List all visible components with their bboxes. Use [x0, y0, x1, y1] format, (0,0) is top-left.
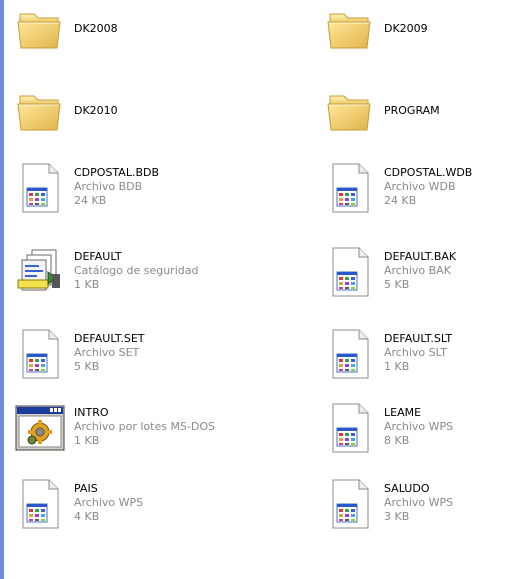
- file-icon: [14, 328, 66, 380]
- item-name: DK2008: [74, 22, 118, 35]
- list-item[interactable]: CDPOSTAL.BDB Archivo BDB 24 KB: [0, 160, 240, 220]
- file-icon: [324, 246, 376, 298]
- file-icon: [324, 162, 376, 214]
- list-item[interactable]: DK2009: [310, 2, 505, 62]
- list-item[interactable]: PAIS Archivo WPS 4 KB: [0, 476, 240, 536]
- list-item[interactable]: LEAME Archivo WPS 8 KB: [310, 400, 505, 460]
- item-type: Archivo WPS: [384, 420, 454, 433]
- item-name: DEFAULT.BAK: [384, 250, 457, 263]
- list-item[interactable]: DEFAULT.SET Archivo SET 5 KB: [0, 326, 240, 386]
- item-size: 5 KB: [74, 360, 100, 373]
- file-icon: [324, 402, 376, 454]
- item-size: 3 KB: [384, 510, 410, 523]
- item-size: 24 KB: [384, 194, 417, 207]
- list-item[interactable]: PROGRAM: [310, 84, 505, 144]
- item-type: Archivo por lotes MS-DOS: [74, 420, 215, 433]
- item-size: 8 KB: [384, 434, 410, 447]
- item-size: 1 KB: [74, 278, 100, 291]
- item-size: 1 KB: [74, 434, 100, 447]
- item-size: 5 KB: [384, 278, 410, 291]
- file-icon: [14, 478, 66, 530]
- item-name: DK2009: [384, 22, 428, 35]
- list-item[interactable]: DK2010: [0, 84, 240, 144]
- list-item[interactable]: DEFAULT.BAK Archivo BAK 5 KB: [310, 244, 505, 304]
- item-type: Archivo SLT: [384, 346, 447, 359]
- list-item[interactable]: DK2008: [0, 2, 240, 62]
- file-icon: [324, 478, 376, 530]
- file-icon: [14, 162, 66, 214]
- item-name: PROGRAM: [384, 104, 440, 117]
- list-item[interactable]: DEFAULT Catálogo de seguridad 1 KB: [0, 244, 240, 304]
- item-type: Archivo WPS: [384, 496, 454, 509]
- item-name: PAIS: [74, 482, 98, 495]
- item-name: CDPOSTAL.WDB: [384, 166, 473, 179]
- folder-icon: [14, 4, 66, 56]
- batch-file-icon: [14, 402, 66, 454]
- list-item[interactable]: SALUDO Archivo WPS 3 KB: [310, 476, 505, 536]
- list-item[interactable]: INTRO Archivo por lotes MS-DOS 1 KB: [0, 400, 240, 460]
- item-name: INTRO: [74, 406, 109, 419]
- item-name: DEFAULT.SET: [74, 332, 145, 345]
- item-size: 1 KB: [384, 360, 410, 373]
- security-catalog-icon: [14, 246, 66, 298]
- item-type: Archivo WPS: [74, 496, 144, 509]
- item-name: DEFAULT.SLT: [384, 332, 453, 345]
- item-type: Archivo BAK: [384, 264, 451, 277]
- list-item[interactable]: DEFAULT.SLT Archivo SLT 1 KB: [310, 326, 505, 386]
- list-item[interactable]: CDPOSTAL.WDB Archivo WDB 24 KB: [310, 160, 505, 220]
- file-icon: [324, 328, 376, 380]
- item-size: 24 KB: [74, 194, 107, 207]
- item-size: 4 KB: [74, 510, 100, 523]
- item-type: Archivo WDB: [384, 180, 456, 193]
- item-name: SALUDO: [384, 482, 430, 495]
- item-type: Catálogo de seguridad: [74, 264, 199, 277]
- item-name: DEFAULT: [74, 250, 122, 263]
- item-type: Archivo BDB: [74, 180, 143, 193]
- item-name: DK2010: [74, 104, 118, 117]
- folder-icon: [324, 86, 376, 138]
- folder-icon: [324, 4, 376, 56]
- item-name: CDPOSTAL.BDB: [74, 166, 160, 179]
- folder-icon: [14, 86, 66, 138]
- item-name: LEAME: [384, 406, 422, 419]
- item-type: Archivo SET: [74, 346, 140, 359]
